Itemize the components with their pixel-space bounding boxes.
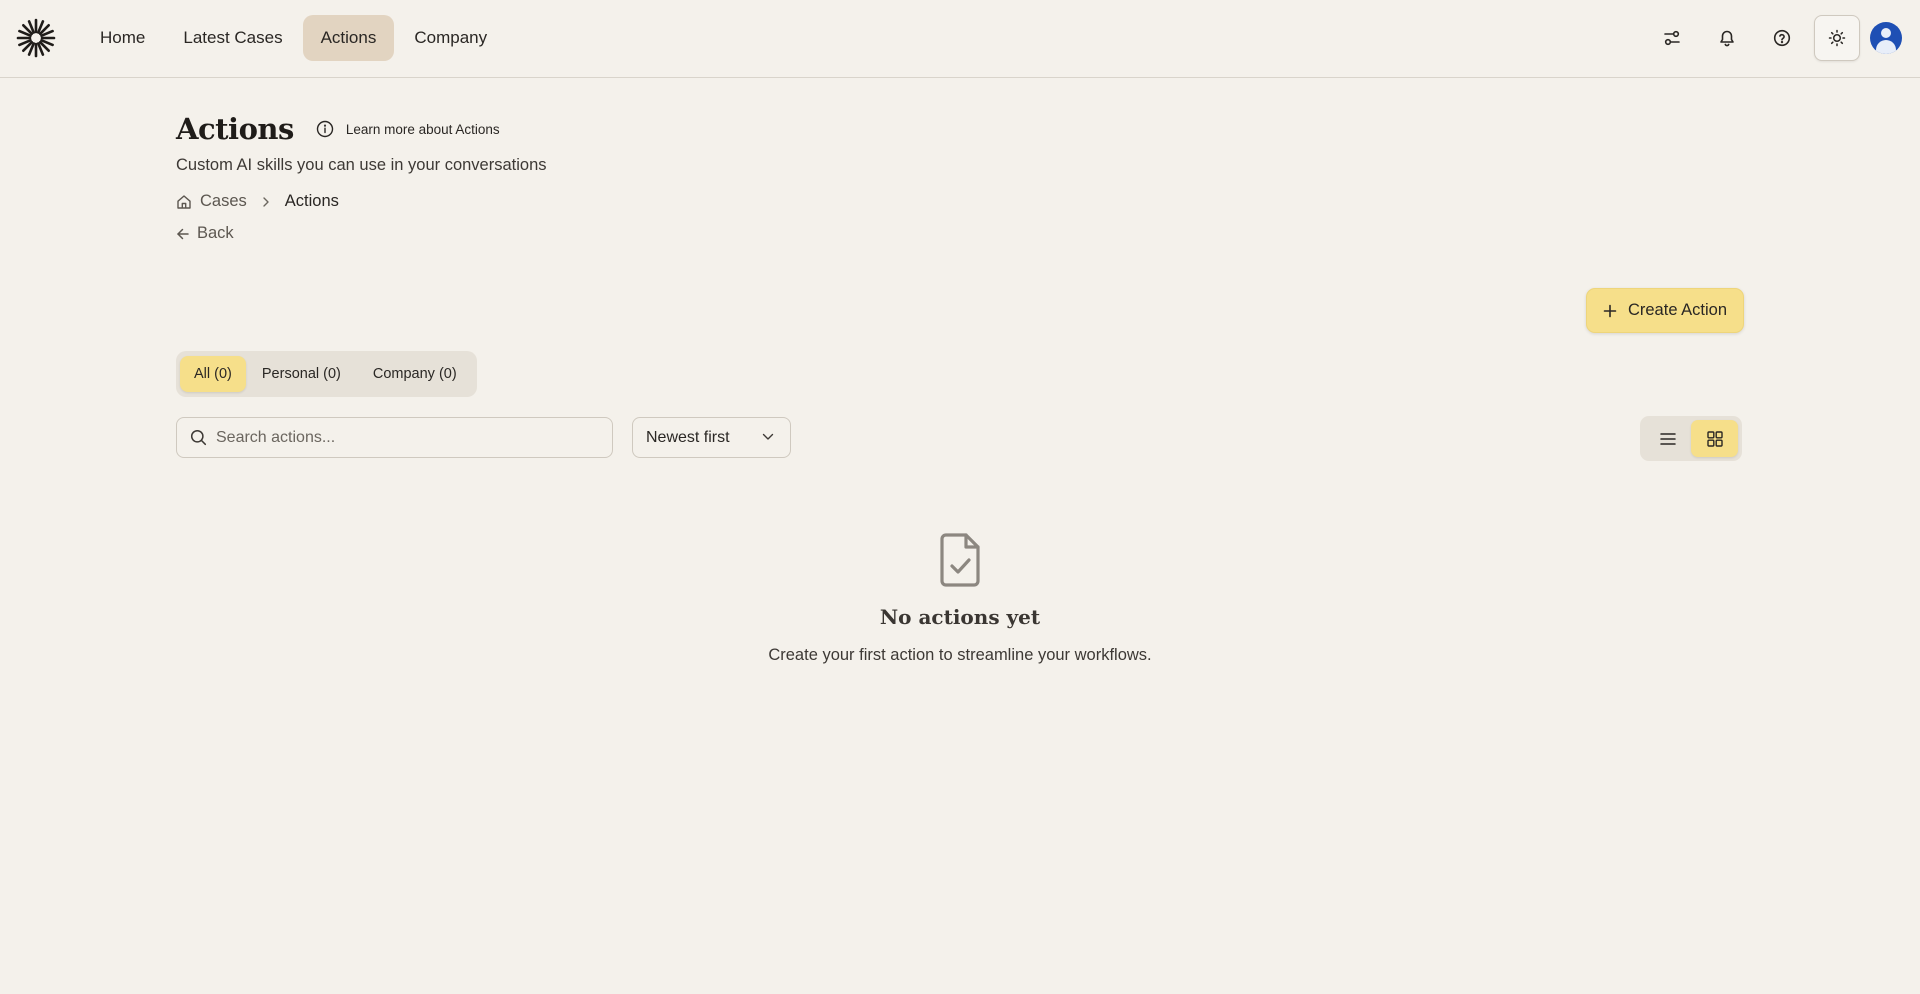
search-input[interactable] <box>216 428 596 447</box>
top-right-controls <box>1649 15 1920 61</box>
home-icon <box>177 194 191 209</box>
top-navigation-bar: Home Latest Cases Actions Company <box>0 0 1920 78</box>
breadcrumb-current: Actions <box>284 192 339 210</box>
list-icon <box>1659 432 1676 445</box>
info-icon <box>316 120 334 138</box>
help-button[interactable] <box>1759 15 1805 61</box>
sort-dropdown[interactable]: Newest first <box>632 417 791 458</box>
sliders-icon <box>1664 30 1680 46</box>
create-action-button[interactable]: Create Action <box>1586 288 1744 333</box>
list-view-button[interactable] <box>1644 420 1691 457</box>
learn-more-link[interactable]: Learn more about Actions <box>316 120 500 138</box>
empty-state-description: Create your first action to streamline y… <box>768 646 1152 664</box>
main-nav: Home Latest Cases Actions Company <box>82 15 507 61</box>
file-check-icon <box>936 532 984 588</box>
grid-icon <box>1706 430 1723 447</box>
nav-latest-cases[interactable]: Latest Cases <box>165 15 300 61</box>
back-link[interactable]: Back <box>176 224 234 243</box>
breadcrumb-cases[interactable]: Cases <box>176 192 247 211</box>
grid-view-button[interactable] <box>1691 420 1738 457</box>
tab-personal[interactable]: Personal (0) <box>246 356 357 392</box>
filter-tabs: All (0) Personal (0) Company (0) <box>176 351 477 397</box>
logo-icon[interactable] <box>16 18 56 58</box>
page-title: Actions <box>176 112 294 146</box>
view-toggle <box>1640 416 1742 461</box>
avatar-body <box>1876 40 1896 54</box>
breadcrumb: Cases Actions <box>176 192 339 211</box>
plus-icon <box>1603 304 1617 317</box>
notifications-button[interactable] <box>1704 15 1750 61</box>
nav-company[interactable]: Company <box>396 15 505 61</box>
search-icon <box>190 429 207 446</box>
create-action-label: Create Action <box>1627 301 1728 319</box>
chevron-right-icon <box>261 196 271 208</box>
sort-selected-value: Newest first <box>646 428 730 446</box>
help-circle-icon <box>1773 29 1791 47</box>
page-header: Actions Learn more about Actions <box>176 112 500 146</box>
arrow-left-icon <box>177 228 189 239</box>
back-label: Back <box>197 224 234 242</box>
empty-state: No actions yet Create your first action … <box>0 532 1920 665</box>
tab-all[interactable]: All (0) <box>180 356 246 392</box>
theme-toggle-button[interactable] <box>1814 15 1860 61</box>
search-box <box>176 417 613 458</box>
page-subtitle: Custom AI skills you can use in your con… <box>176 156 547 174</box>
learn-more-label: Learn more about Actions <box>345 121 500 137</box>
empty-state-title: No actions yet <box>879 605 1041 629</box>
nav-actions[interactable]: Actions <box>302 15 395 61</box>
tab-company[interactable]: Company (0) <box>357 356 473 392</box>
sun-icon <box>1828 29 1846 47</box>
nav-home[interactable]: Home <box>82 15 163 61</box>
bell-icon <box>1720 30 1734 47</box>
avatar-head <box>1881 28 1891 38</box>
chevron-down-icon <box>762 433 774 440</box>
filter-settings-button[interactable] <box>1649 15 1695 61</box>
user-avatar[interactable] <box>1870 22 1902 54</box>
breadcrumb-cases-label: Cases <box>200 192 247 210</box>
